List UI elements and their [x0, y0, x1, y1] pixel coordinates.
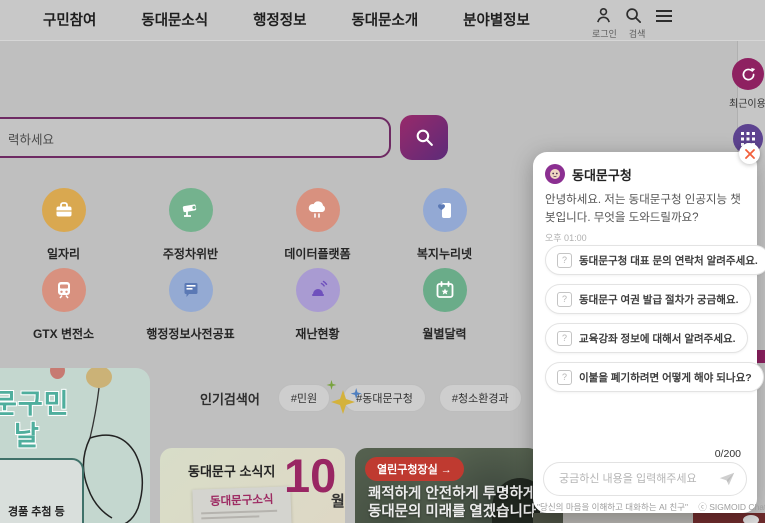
quick-reply-passport[interactable]: ? 동대문구 여권 발급 절차가 궁금해요. — [545, 284, 751, 314]
quick-link-jobs[interactable]: 일자리 — [0, 188, 127, 262]
train-icon — [53, 279, 75, 301]
quick-link-disaster-status[interactable]: 재난현황 — [254, 268, 381, 342]
newsletter-paper-masthead: 동대문구소식 — [192, 490, 290, 509]
quick-link-parking-violation[interactable]: 주정차위반 — [127, 188, 254, 262]
quick-link-monthly-calendar[interactable]: 월별달력 — [381, 268, 508, 342]
chatbot-message-time: 오후 01:00 — [545, 231, 587, 244]
chatbot-header: 동대문구청 — [545, 164, 632, 184]
tag-minwon[interactable]: #민원 — [278, 384, 330, 412]
nav-item-citizen-participation[interactable]: 구민참여 — [43, 9, 96, 30]
newsletter-month-suffix: 월 — [331, 490, 345, 511]
event-title-line2: 날 — [14, 414, 40, 453]
search-placeholder-text: 력하세요 — [8, 129, 54, 148]
search-submit-button[interactable] — [400, 115, 448, 160]
siren-bell-icon — [306, 278, 330, 302]
nav-item-news[interactable]: 동대문소식 — [141, 9, 208, 30]
quick-link-welfare-net[interactable]: 복지누리넷 — [381, 188, 508, 262]
header-icon-labels: 로그인 검색 — [592, 27, 645, 40]
chatbot-avatar — [545, 164, 565, 184]
chat-message-input[interactable] — [557, 472, 714, 486]
question-icon: ? — [557, 370, 572, 385]
recent-menu-button[interactable] — [732, 58, 764, 90]
mayor-office-badge[interactable]: 열린구청장실 → — [365, 457, 464, 481]
recent-menu-label: 최근이용 — [729, 95, 765, 110]
main-search-input[interactable] — [0, 117, 391, 158]
chatbot-brand: ⓒ SIGMOID Chat — [698, 502, 765, 512]
quick-reply-bedding-disposal[interactable]: ? 이불을 폐기하려면 어떻게 해야 되나요? — [545, 362, 764, 392]
header-search-icon[interactable] — [623, 5, 644, 26]
chatbot-quick-replies: ? 동대문구청 대표 문의 연락처 알려주세요. ? 동대문구 여권 발급 절차… — [545, 245, 765, 401]
close-icon — [745, 149, 755, 159]
newsletter-month-number: 10 — [284, 452, 336, 499]
popular-search-title: 인기검색어 — [200, 389, 260, 408]
mayor-slogan: 쾌적하게 안전하게 투명하게 동대문의 미래를 열겠습니다. — [368, 485, 540, 521]
header-utility-icons — [593, 5, 674, 26]
mayor-office-banner[interactable]: 열린구청장실 → 쾌적하게 안전하게 투명하게 동대문의 미래를 열겠습니다. — [355, 448, 540, 523]
paper-plane-icon — [718, 470, 736, 488]
cctv-icon — [179, 198, 203, 222]
event-note: 경품 추첨 등 — [8, 503, 65, 519]
question-icon: ? — [557, 253, 572, 268]
top-navigation-bar: 구민참여 동대문소식 행정정보 동대문소개 분야별정보 로그인 검색 — [0, 0, 765, 41]
chatbot-tagline: "당신의 마음을 이해하고 대화하는 AI 친구" — [537, 502, 688, 512]
newsletter-paper-thumb: 동대문구소식 — [192, 486, 291, 523]
briefcase-icon — [53, 199, 75, 221]
nav-item-by-field[interactable]: 분야별정보 — [463, 9, 530, 30]
hamburger-menu-icon[interactable] — [653, 5, 674, 26]
question-icon: ? — [557, 331, 572, 346]
quick-link-pre-disclosure[interactable]: 행정정보사전공표 — [127, 268, 254, 342]
page-root: 구민참여 동대문소식 행정정보 동대문소개 분야별정보 로그인 검색 최근이용 — [0, 0, 765, 523]
newsletter-card[interactable]: 동대문구 소식지 동대문구소식 10 월 — [160, 448, 345, 523]
document-icon — [180, 279, 202, 301]
question-icon: ? — [557, 292, 572, 307]
quick-reply-education[interactable]: ? 교육강좌 정보에 대해서 알려주세요. — [545, 323, 748, 353]
main-nav: 구민참여 동대문소식 행정정보 동대문소개 분야별정보 — [43, 9, 530, 30]
background-photo-sliver — [533, 513, 563, 523]
nav-item-admin-info[interactable]: 행정정보 — [253, 9, 306, 30]
refresh-icon — [740, 66, 757, 83]
quick-link-data-platform[interactable]: 데이터플랫폼 — [254, 188, 381, 262]
chatbot-panel: 동대문구청 안녕하세요. 저는 동대문구청 인공지능 챗봇입니다. 무엇을 도와… — [533, 152, 757, 513]
chatbot-footer: "당신의 마음을 이해하고 대화하는 AI 친구" ⓒ SIGMOID Chat — [533, 501, 757, 513]
chat-input-wrap — [543, 462, 747, 496]
background-banner-sliver — [693, 513, 765, 523]
citizens-day-event-card[interactable]: 문구민 날 경품 추첨 등 — [0, 368, 150, 523]
calendar-icon — [434, 279, 456, 301]
nav-item-about[interactable]: 동대문소개 — [351, 9, 418, 30]
quick-reply-contact[interactable]: ? 동대문구청 대표 문의 연락처 알려주세요. — [545, 245, 765, 275]
login-person-icon[interactable] — [593, 5, 614, 26]
search-icon — [414, 127, 435, 148]
search-label: 검색 — [629, 27, 646, 40]
sparkle-stars-icon — [326, 378, 362, 414]
send-button[interactable] — [714, 466, 740, 492]
chatbot-greeting-message: 안녕하세요. 저는 동대문구청 인공지능 챗봇입니다. 무엇을 도와드릴까요? — [545, 192, 743, 228]
cloud-icon — [306, 198, 330, 222]
background-sliver — [563, 513, 693, 523]
phone-heart-icon — [434, 199, 456, 221]
chatbot-title: 동대문구청 — [572, 165, 632, 184]
chatbot-close-button[interactable] — [739, 143, 760, 164]
newsletter-title: 동대문구 소식지 — [188, 461, 275, 480]
login-label: 로그인 — [592, 27, 617, 40]
char-counter: 0/200 — [715, 448, 741, 460]
tag-cleaning-env[interactable]: #청소환경과 — [439, 384, 522, 412]
quick-link-gtx-substation[interactable]: GTX 변전소 — [0, 268, 127, 342]
